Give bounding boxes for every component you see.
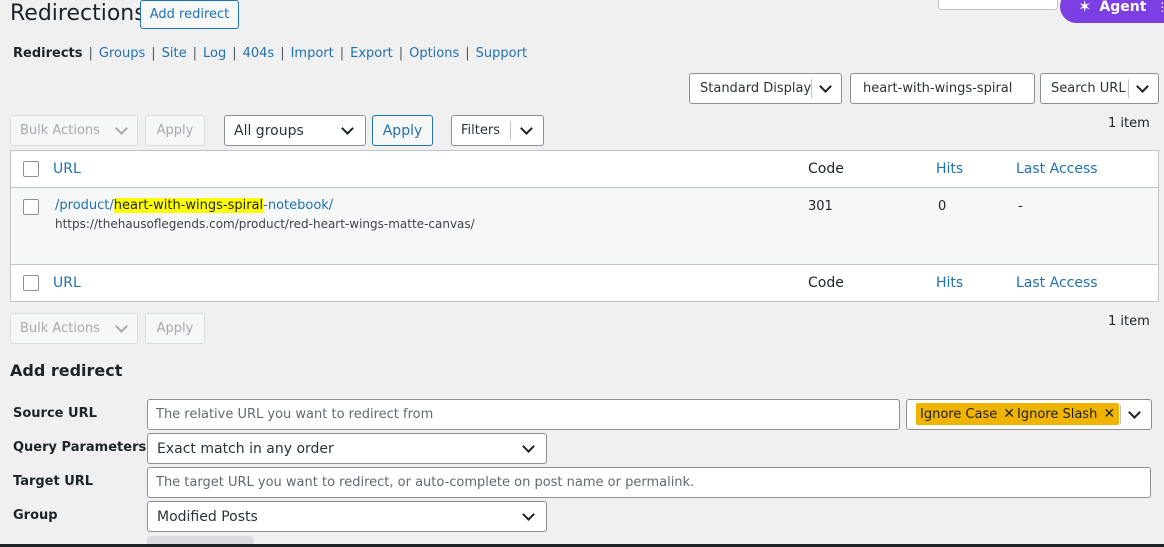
target-url: https://thehausoflegends.com/product/red… bbox=[55, 217, 475, 231]
subnav-item-groups[interactable]: Groups bbox=[99, 46, 145, 62]
chevron-down-icon bbox=[522, 508, 535, 521]
filters-select[interactable]: Filters bbox=[451, 115, 544, 146]
agent-button-label: Agent bbox=[1099, 0, 1147, 15]
column-last-access[interactable]: Last Access bbox=[1016, 161, 1098, 177]
subnav-item-log[interactable]: Log bbox=[203, 46, 226, 62]
groups-apply-button[interactable]: Apply bbox=[372, 115, 433, 146]
add-redirect-button[interactable]: Add redirect bbox=[140, 0, 239, 29]
chevron-down-icon bbox=[522, 440, 535, 453]
column-url[interactable]: URL bbox=[53, 161, 81, 177]
search-input[interactable] bbox=[850, 73, 1035, 104]
sparkle-icon: ✶ bbox=[1078, 0, 1092, 16]
display-select[interactable]: Standard Display bbox=[689, 73, 842, 104]
target-url-label: Target URL bbox=[13, 474, 94, 489]
add-redirect-heading: Add redirect bbox=[10, 361, 123, 380]
bulk-apply-button-bottom[interactable]: Apply bbox=[145, 313, 205, 344]
target-url-input[interactable] bbox=[147, 467, 1151, 498]
column-hits-footer[interactable]: Hits bbox=[936, 275, 963, 291]
page-title: Redirections bbox=[10, 1, 146, 26]
drag-handle-icon: ⋮⋮ bbox=[1156, 0, 1164, 14]
groups-select[interactable]: All groups bbox=[224, 115, 366, 146]
subnav-item-support[interactable]: Support bbox=[476, 46, 527, 62]
chevron-down-icon bbox=[1136, 80, 1149, 93]
row-checkbox[interactable] bbox=[23, 199, 39, 215]
search-highlight: heart-with-wings-spiral bbox=[113, 198, 264, 213]
column-hits[interactable]: Hits bbox=[936, 161, 963, 177]
group-select[interactable]: Modified Posts bbox=[147, 501, 547, 532]
subnav-item-options[interactable]: Options bbox=[409, 46, 459, 62]
query-params-label: Query Parameters bbox=[13, 440, 147, 455]
row-hits: 0 bbox=[938, 199, 947, 214]
table-header: URL Code Hits Last Access bbox=[11, 151, 1158, 188]
source-url-input[interactable] bbox=[147, 399, 900, 430]
subnav: Redirects | Groups | Site | Log | 404s |… bbox=[13, 46, 528, 62]
chevron-down-icon bbox=[819, 80, 832, 93]
row-code: 301 bbox=[808, 199, 833, 214]
chevron-down-icon bbox=[1128, 406, 1141, 419]
column-code-footer: Code bbox=[808, 275, 844, 291]
chevron-down-icon bbox=[341, 122, 354, 135]
subnav-item-404s[interactable]: 404s bbox=[243, 46, 275, 62]
remove-icon[interactable]: ✕ bbox=[1103, 406, 1115, 422]
column-code: Code bbox=[808, 161, 844, 177]
subnav-item-import[interactable]: Import bbox=[291, 46, 334, 62]
row-last-access: - bbox=[1018, 199, 1023, 214]
top-search-input-partial[interactable] bbox=[938, 0, 1058, 10]
redirects-table: URL Code Hits Last Access /product/heart… bbox=[10, 150, 1159, 302]
agent-button[interactable]: ✶ Agent ⋮⋮ bbox=[1060, 0, 1164, 23]
subnav-item-site[interactable]: Site bbox=[162, 46, 187, 62]
url-options-select[interactable]: Ignore Case ✕ Ignore Slash ✕ bbox=[906, 399, 1152, 430]
ignore-case-tag[interactable]: Ignore Case ✕ bbox=[916, 403, 1020, 425]
chevron-down-icon bbox=[115, 320, 128, 333]
chevron-down-icon bbox=[520, 122, 533, 135]
source-url-link[interactable]: /product/heart-with-wings-spiral-noteboo… bbox=[55, 198, 333, 213]
select-all-checkbox[interactable] bbox=[23, 161, 39, 177]
query-params-select[interactable]: Exact match in any order bbox=[147, 433, 547, 464]
search-type-select[interactable]: Search URL bbox=[1040, 73, 1159, 104]
subnav-item-redirects[interactable]: Redirects bbox=[13, 46, 82, 62]
item-count-bottom: 1 item bbox=[1108, 314, 1150, 329]
ignore-slash-tag[interactable]: Ignore Slash ✕ bbox=[1013, 403, 1120, 425]
item-count-top: 1 item bbox=[1108, 116, 1150, 131]
select-all-checkbox-footer[interactable] bbox=[23, 275, 39, 291]
table-row: /product/heart-with-wings-spiral-noteboo… bbox=[11, 188, 1158, 265]
source-url-label: Source URL bbox=[13, 406, 97, 421]
bulk-apply-button[interactable]: Apply bbox=[145, 115, 205, 146]
chevron-down-icon bbox=[115, 122, 128, 135]
bulk-actions-select[interactable]: Bulk Actions bbox=[10, 115, 138, 146]
subnav-item-export[interactable]: Export bbox=[350, 46, 393, 62]
column-url-footer[interactable]: URL bbox=[53, 275, 81, 291]
bulk-actions-select-bottom[interactable]: Bulk Actions bbox=[10, 313, 138, 344]
group-label: Group bbox=[13, 508, 58, 523]
column-last-access-footer[interactable]: Last Access bbox=[1016, 275, 1098, 291]
table-footer: URL Code Hits Last Access bbox=[11, 265, 1158, 302]
